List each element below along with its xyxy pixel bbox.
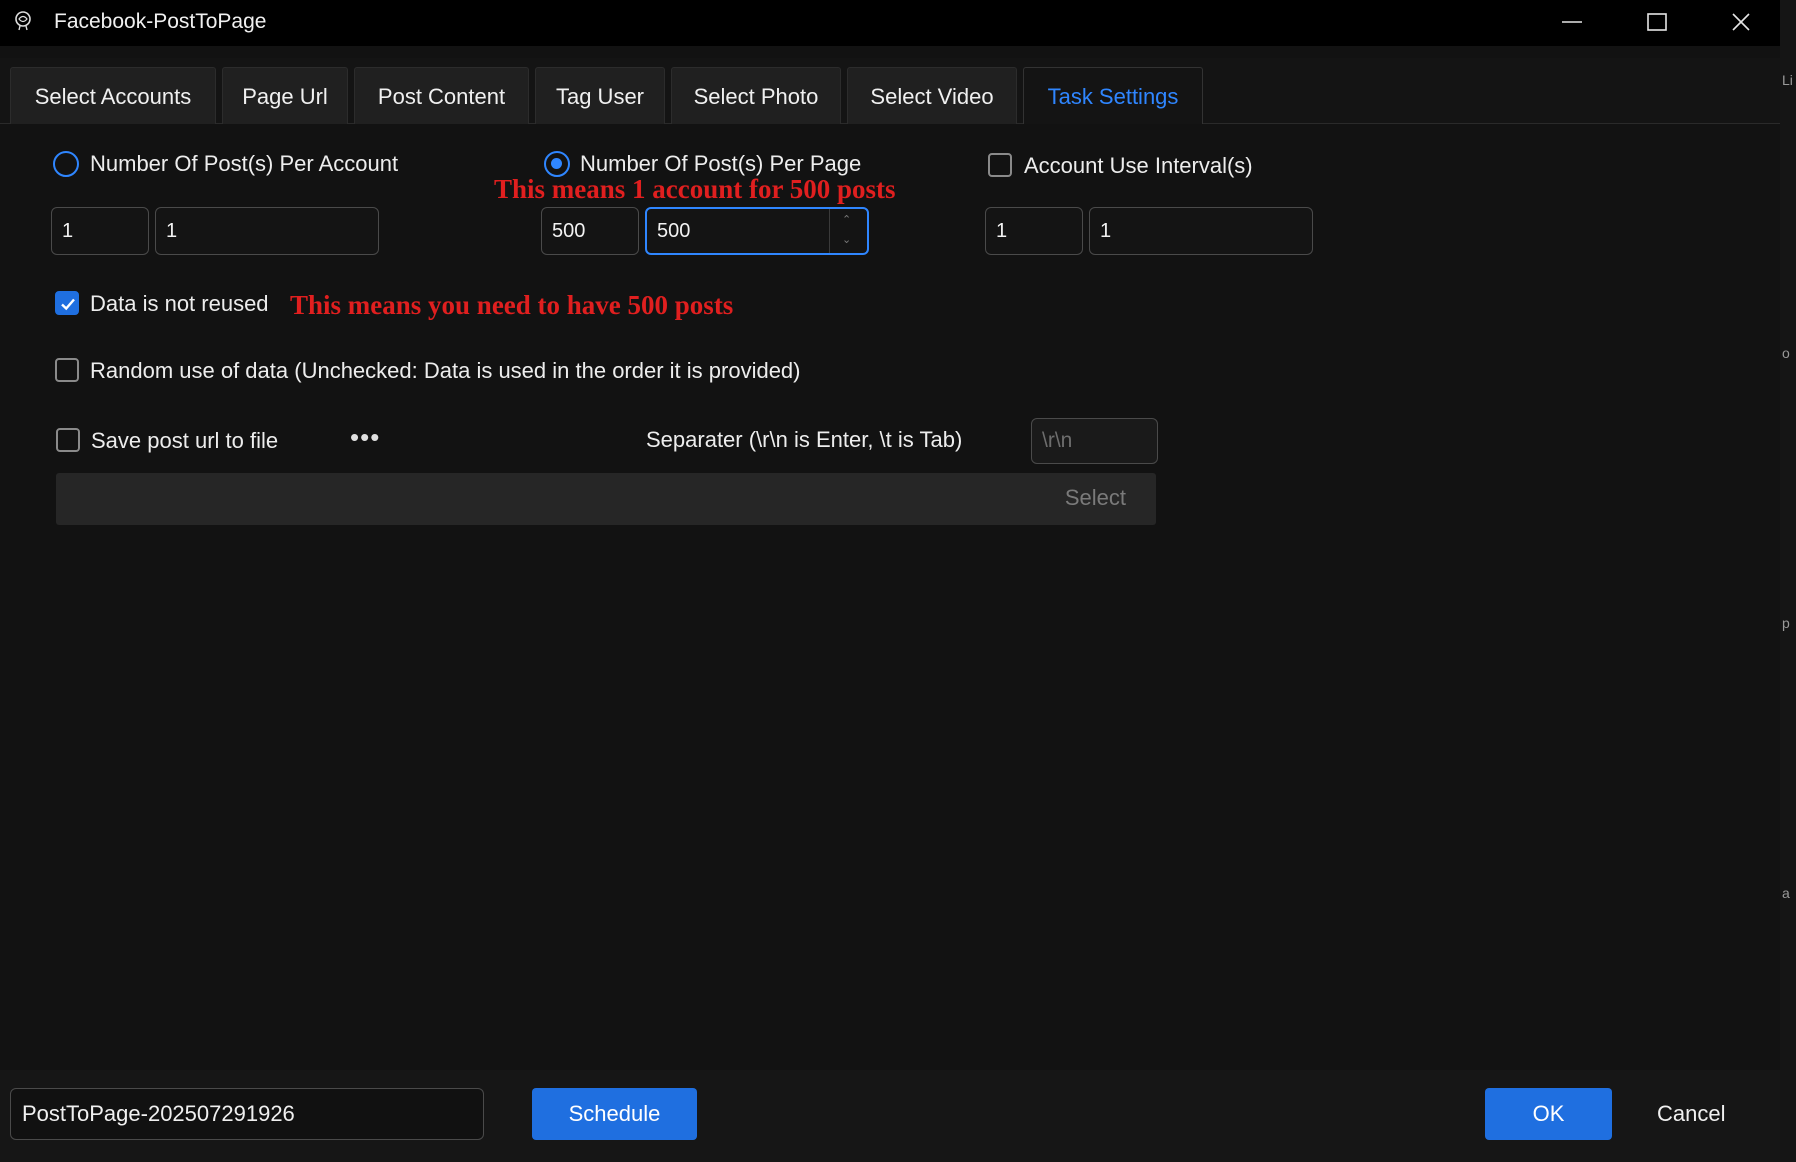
save-url-checkbox[interactable] [56,428,80,452]
more-options-button[interactable]: ••• [350,422,380,453]
task-name-input[interactable]: PostToPage-202507291926 [10,1088,484,1140]
reuse-annotation: This means you need to have 500 posts [290,290,734,320]
random-use-checkbox[interactable] [55,358,79,382]
maximize-icon [1647,13,1667,31]
close-icon [1732,13,1750,31]
interval-max-input[interactable]: 1 [1089,207,1313,255]
per-page-annotation: This means 1 account for 500 posts [494,174,896,204]
save-url-label: Save post url to file [91,428,279,453]
separator-input[interactable]: \r\n [1031,418,1158,464]
dialog-footer: PostToPage-202507291926 Schedule OK Canc… [0,1070,1780,1162]
task-settings-panel: Number Of Post(s) Per Account Number Of … [0,124,1770,1054]
checkmark-icon [61,298,75,311]
chevron-up-icon[interactable]: ⌃ [842,213,851,226]
ok-button[interactable]: OK [1485,1088,1612,1140]
title-bar: Facebook-PostToPage [0,0,1780,46]
chevron-down-icon[interactable]: ⌄ [842,233,851,246]
tab-select-accounts[interactable]: Select Accounts [10,67,216,125]
per-page-max-stepper[interactable]: 500 ⌃ ⌄ [645,207,869,255]
tab-post-content[interactable]: Post Content [354,67,529,125]
separator-label: Separater (\r\n is Enter, \t is Tab) [646,427,963,452]
maximize-button[interactable] [1640,8,1674,36]
minimize-button[interactable] [1555,8,1589,36]
per-account-radio[interactable] [53,151,79,177]
schedule-button[interactable]: Schedule [532,1088,697,1140]
per-account-max-input[interactable]: 1 [155,207,379,255]
file-path-field[interactable]: Select [56,473,1156,525]
stepper-spin[interactable]: ⌃ ⌄ [829,209,867,253]
per-account-min-input[interactable]: 1 [51,207,149,255]
select-file-button[interactable]: Select [1065,485,1126,511]
cancel-button[interactable]: Cancel [1657,1101,1725,1127]
tab-select-photo[interactable]: Select Photo [671,67,841,125]
interval-checkbox[interactable] [988,153,1012,177]
tab-page-url[interactable]: Page Url [222,67,348,125]
tab-strip: Select Accounts Page Url Post Content Ta… [0,58,1780,125]
tab-tag-user[interactable]: Tag User [535,67,665,125]
tab-task-settings[interactable]: Task Settings [1023,67,1203,125]
per-account-label: Number Of Post(s) Per Account [90,151,399,176]
interval-min-input[interactable]: 1 [985,207,1083,255]
window-title: Facebook-PostToPage [54,10,267,33]
app-logo-icon [15,11,31,31]
interval-label: Account Use Interval(s) [1024,153,1253,178]
dialog-window: Facebook-PostToPage Select Accounts Page… [0,0,1780,1162]
random-use-label: Random use of data (Unchecked: Data is u… [90,358,801,383]
tab-select-video[interactable]: Select Video [847,67,1017,125]
per-page-min-input[interactable]: 500 [541,207,639,255]
close-button[interactable] [1724,8,1758,36]
minimize-icon [1562,21,1582,23]
background-window-edge: Li o p a [1780,0,1796,1162]
data-not-reused-checkbox[interactable] [55,291,79,315]
data-not-reused-label: Data is not reused [90,291,269,316]
